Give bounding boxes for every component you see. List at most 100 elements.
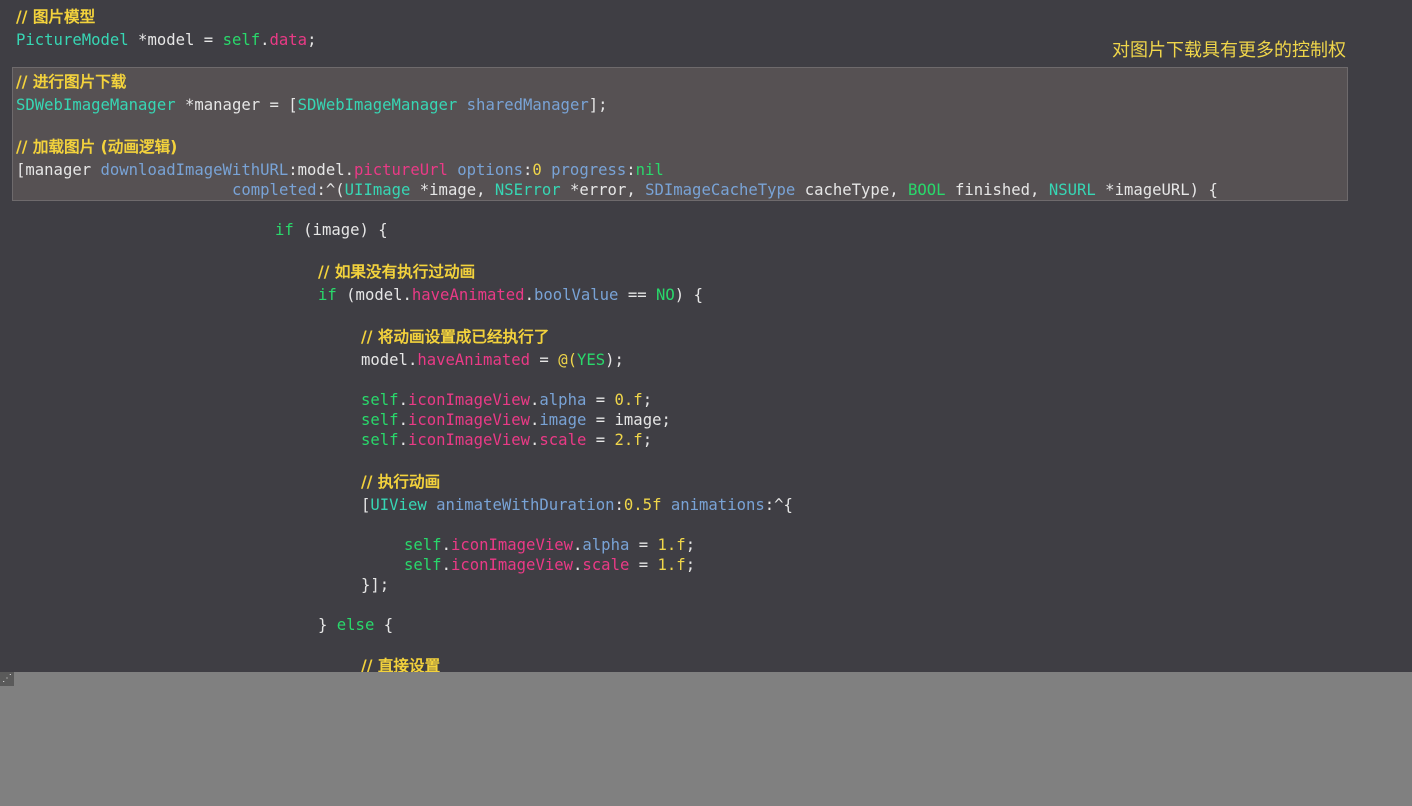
code-token: = xyxy=(629,536,658,554)
code-token: PictureModel xyxy=(16,31,129,49)
code-token: iconImageView xyxy=(407,431,531,449)
code-token: (image) { xyxy=(293,221,388,239)
code-token: ]; xyxy=(588,96,608,114)
code-token: . xyxy=(530,431,540,449)
code-token: : xyxy=(626,161,636,179)
code-token: iconImageView xyxy=(407,391,531,409)
code-line: self.iconImageView.scale = 1.f; xyxy=(404,555,695,575)
code-token: 1.f xyxy=(657,536,686,554)
code-line: SDWebImageManager *manager = [SDWebImage… xyxy=(16,95,608,115)
code-line: [manager downloadImageWithURL:model.pict… xyxy=(16,160,664,180)
code-line: // 图片模型 xyxy=(16,7,95,27)
code-token: scale xyxy=(539,431,587,449)
code-token: 0 xyxy=(532,161,542,179)
code-token: iconImageView xyxy=(407,411,531,429)
code-token: self xyxy=(404,556,442,574)
code-token: // 进行图片下载 xyxy=(16,73,127,91)
code-token: iconImageView xyxy=(450,536,574,554)
code-token: : xyxy=(614,496,624,514)
code-token: . xyxy=(573,536,583,554)
code-token: . xyxy=(524,286,534,304)
code-token: animateWithDuration xyxy=(436,496,615,514)
code-token: . xyxy=(398,411,408,429)
code-token: self xyxy=(361,411,399,429)
code-line: }]; xyxy=(361,575,389,595)
code-token: NSError xyxy=(494,181,561,199)
code-token: YES xyxy=(576,351,606,369)
code-token: 2.f xyxy=(614,431,643,449)
code-token: self xyxy=(222,31,261,49)
code-token: UIView xyxy=(370,496,427,514)
code-token: scale xyxy=(582,556,630,574)
code-token: . xyxy=(260,31,270,49)
code-token: alpha xyxy=(539,391,587,409)
code-token: // 直接设置 xyxy=(361,657,441,672)
code-token: = xyxy=(629,556,658,574)
code-line: self.iconImageView.alpha = 1.f; xyxy=(404,535,695,555)
code-token: (model. xyxy=(336,286,412,304)
code-token: ); xyxy=(605,351,624,369)
code-editor: // 图片模型 PictureModel *model = self.data; /… xyxy=(0,0,1412,672)
code-token: SDWebImageManager xyxy=(297,96,458,114)
code-token: ; xyxy=(642,391,653,409)
code-line: // 如果没有执行过动画 xyxy=(318,262,475,282)
code-line: if (image) { xyxy=(275,220,388,240)
code-token: ; xyxy=(307,31,317,49)
code-token: SDImageCacheType xyxy=(645,181,796,199)
code-token: = image; xyxy=(586,411,671,429)
code-line: self.iconImageView.alpha = 0.f; xyxy=(361,390,652,410)
code-token: else xyxy=(336,616,375,634)
code-token: . xyxy=(530,391,540,409)
code-token: *image, xyxy=(410,181,495,199)
code-token: 0.f xyxy=(614,391,643,409)
code-token: // 执行动画 xyxy=(361,473,441,491)
code-token: = xyxy=(530,351,559,369)
code-token: pictureUrl xyxy=(353,161,448,179)
code-line: // 加载图片 (动画逻辑) xyxy=(16,137,177,157)
code-token: *imageURL) { xyxy=(1095,181,1218,199)
code-token: cacheType, xyxy=(795,181,908,199)
code-token: :^( xyxy=(316,181,345,199)
code-token: :^{ xyxy=(764,496,793,514)
code-token: boolValue xyxy=(533,286,619,304)
code-line: PictureModel *model = self.data; xyxy=(16,30,316,50)
code-token: BOOL xyxy=(908,181,946,199)
code-token: @( xyxy=(558,351,577,369)
code-token: data xyxy=(269,31,308,49)
code-token: if xyxy=(275,221,294,239)
code-token: // 如果没有执行过动画 xyxy=(318,263,476,281)
code-token: . xyxy=(573,556,583,574)
code-line: [UIView animateWithDuration:0.5f animati… xyxy=(361,495,793,515)
code-token: ; xyxy=(685,536,696,554)
code-token: self xyxy=(361,391,399,409)
code-token: animations xyxy=(670,496,765,514)
code-line: model.haveAnimated = @(YES); xyxy=(361,350,624,370)
code-token: { xyxy=(374,616,394,634)
code-line: completed:^(UIImage *image, NSError *err… xyxy=(232,180,1218,200)
code-token: downloadImageWithURL xyxy=(100,161,289,179)
code-token: = xyxy=(586,431,615,449)
code-token: alpha xyxy=(582,536,630,554)
code-token: 0.5f xyxy=(623,496,662,514)
code-token: progress xyxy=(551,161,627,179)
code-token: 1.f xyxy=(657,556,686,574)
code-token: finished, xyxy=(945,181,1049,199)
code-token: ; xyxy=(685,556,696,574)
code-token: . xyxy=(441,556,451,574)
resize-grip-icon[interactable]: ⋰ xyxy=(0,672,14,686)
code-token: ) { xyxy=(674,286,703,304)
code-token: ; xyxy=(642,431,653,449)
code-token: : xyxy=(522,161,533,179)
code-line: self.iconImageView.image = image; xyxy=(361,410,671,430)
code-token: // 图片模型 xyxy=(16,8,96,26)
annotation-note: 对图片下载具有更多的控制权 xyxy=(1112,40,1346,61)
code-line: } else { xyxy=(318,615,393,635)
code-token: *manager = [ xyxy=(175,96,298,114)
code-line: // 执行动画 xyxy=(361,472,440,492)
code-token: UIImage xyxy=(344,181,411,199)
code-line: // 进行图片下载 xyxy=(16,72,126,92)
code-token: // 将动画设置成已经执行了 xyxy=(361,328,550,346)
